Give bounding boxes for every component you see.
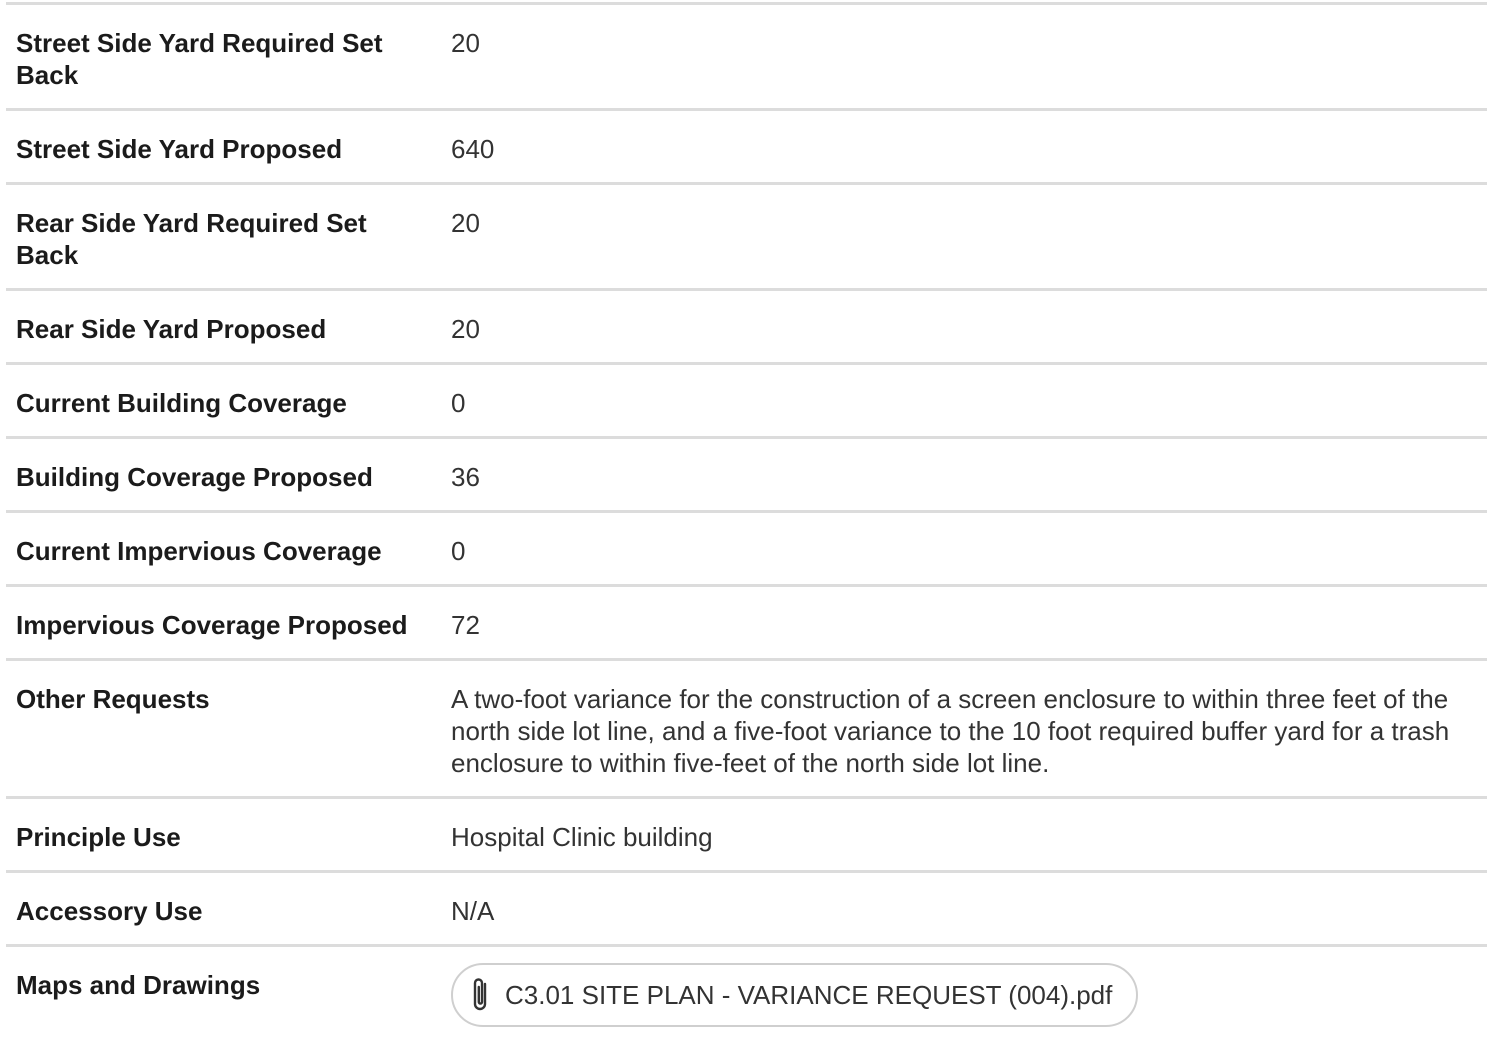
- table-row: Rear Side Yard Required Set Back 20: [6, 182, 1487, 288]
- paperclip-icon: [473, 978, 487, 1011]
- attachment-filename: C3.01 SITE PLAN - VARIANCE REQUEST (004)…: [505, 980, 1113, 1010]
- field-value: 640: [451, 134, 495, 164]
- table-row: Accessory Use N/A: [6, 870, 1487, 944]
- field-label: Impervious Coverage Proposed: [16, 610, 408, 640]
- field-value: N/A: [451, 896, 495, 926]
- field-value: Hospital Clinic building: [451, 822, 713, 852]
- field-label: Principle Use: [16, 822, 181, 852]
- table-row: Building Coverage Proposed 36: [6, 436, 1487, 510]
- field-value: C3.01 SITE PLAN - VARIANCE REQUEST (004)…: [451, 947, 1487, 1044]
- field-label: Current Building Coverage: [16, 388, 347, 418]
- table-row: Rear Side Yard Proposed 20: [6, 288, 1487, 362]
- field-label: Current Impervious Coverage: [16, 536, 382, 566]
- field-value: 0: [451, 536, 466, 566]
- details-table: Street Side Yard Required Set Back 20 St…: [6, 2, 1487, 1044]
- table-row: Street Side Yard Proposed 640: [6, 108, 1487, 182]
- table-row: Principle Use Hospital Clinic building: [6, 796, 1487, 870]
- table-row: Other Requests A two-foot variance for t…: [6, 658, 1487, 796]
- field-label: Rear Side Yard Proposed: [16, 314, 327, 344]
- field-label: Rear Side Yard Required Set Back: [16, 208, 367, 270]
- field-label: Other Requests: [16, 684, 210, 714]
- field-label: Street Side Yard Required Set Back: [16, 28, 383, 90]
- table-row: Street Side Yard Required Set Back 20: [6, 2, 1487, 108]
- table-row: Impervious Coverage Proposed 72: [6, 584, 1487, 658]
- table-row: Current Impervious Coverage 0: [6, 510, 1487, 584]
- field-label: Street Side Yard Proposed: [16, 134, 343, 164]
- field-value: 0: [451, 388, 466, 418]
- field-value: 72: [451, 610, 480, 640]
- field-label: Accessory Use: [16, 896, 203, 926]
- field-value: 20: [451, 28, 480, 58]
- attachment-link[interactable]: C3.01 SITE PLAN - VARIANCE REQUEST (004)…: [451, 963, 1139, 1027]
- field-label: Maps and Drawings: [16, 970, 261, 1000]
- table-row: Maps and Drawings C3.01 SITE PLAN - VARI…: [6, 944, 1487, 1044]
- field-value: A two-foot variance for the construction…: [451, 684, 1450, 778]
- field-value: 36: [451, 462, 480, 492]
- field-value: 20: [451, 314, 480, 344]
- field-label: Building Coverage Proposed: [16, 462, 373, 492]
- field-value: 20: [451, 208, 480, 238]
- table-row: Current Building Coverage 0: [6, 362, 1487, 436]
